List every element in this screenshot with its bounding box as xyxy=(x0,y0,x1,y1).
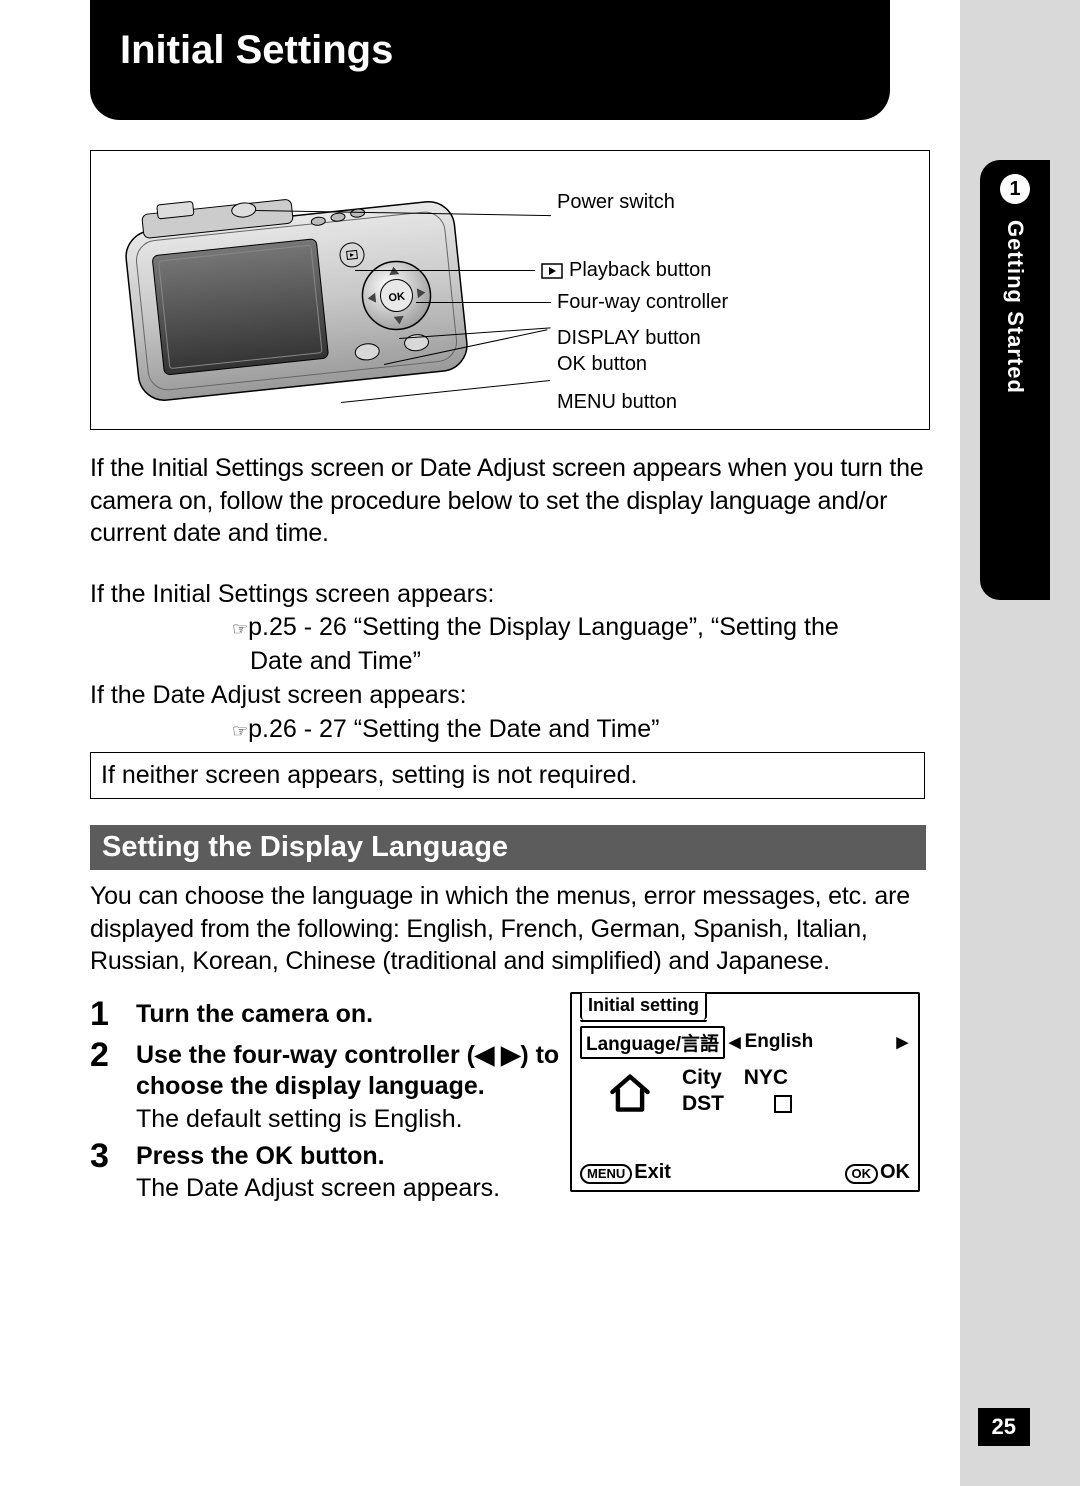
page-content: Initial Settings xyxy=(0,0,960,1486)
ref-block: If the Initial Settings screen appears: … xyxy=(90,578,930,747)
home-icon xyxy=(608,1070,652,1114)
lcd-dst-label: DST xyxy=(682,1092,724,1116)
lcd-city-value: NYC xyxy=(744,1066,788,1090)
lcd-tab: Initial setting xyxy=(580,993,707,1020)
step-number: 1 xyxy=(90,996,136,1033)
ref-text-2: p.26 - 27 “Setting the Date and Time” xyxy=(248,715,659,743)
step-desc: The Date Adjust screen appears. xyxy=(136,1174,560,1203)
lcd-city-label: City xyxy=(682,1066,722,1090)
step-3: 3 Press the OK button. The Date Adjust s… xyxy=(90,1138,560,1203)
step-head: Press the OK button. xyxy=(136,1141,560,1172)
page-number: 25 xyxy=(978,1408,1030,1446)
label-ok: OK button xyxy=(557,353,647,376)
ref-if2: If the Date Adjust screen appears: xyxy=(90,679,930,713)
step-desc: The default setting is English. xyxy=(136,1105,560,1134)
lcd-exit: Exit xyxy=(634,1161,671,1183)
lcd-screen: Initial setting Language/言語 ◀ English ▶ … xyxy=(570,992,920,1192)
playback-icon xyxy=(541,263,563,279)
label-display: DISPLAY button xyxy=(557,327,701,350)
lcd-ok: OK xyxy=(880,1161,910,1183)
ref-if1: If the Initial Settings screen appears: xyxy=(90,578,930,612)
pointer-icon: ☞ xyxy=(232,619,248,639)
label-menu: MENU button xyxy=(557,391,677,414)
step-1: 1 Turn the camera on. xyxy=(90,996,560,1033)
step-number: 3 xyxy=(90,1138,136,1175)
step-2: 2 Use the four-way controller (◀ ▶) to c… xyxy=(90,1037,560,1134)
chapter-label: Getting Started xyxy=(1002,220,1028,394)
steps-area: 1 Turn the camera on. 2 Use the four-way… xyxy=(90,996,930,1203)
svg-text:OK: OK xyxy=(388,291,406,305)
section-intro: You can choose the language in which the… xyxy=(90,880,920,978)
label-playback: Playback button xyxy=(569,259,711,282)
note-box: If neither screen appears, setting is no… xyxy=(90,752,925,799)
chapter-number: 1 xyxy=(1000,174,1030,204)
lcd-language-label: Language/言語 xyxy=(580,1026,725,1059)
chapter-tab: 1 Getting Started xyxy=(980,160,1050,600)
label-power: Power switch xyxy=(557,191,675,214)
lcd-language-value: English xyxy=(745,1031,814,1053)
page-title: Initial Settings xyxy=(90,0,890,120)
label-fourway: Four-way controller xyxy=(557,291,728,314)
step-number: 2 xyxy=(90,1037,136,1074)
intro-text: If the Initial Settings screen or Date A… xyxy=(90,452,930,550)
right-arrow-icon: ▶ xyxy=(896,1033,908,1051)
ok-button-icon: OK xyxy=(845,1164,879,1184)
lcd-dst-checkbox xyxy=(774,1095,792,1113)
section-heading: Setting the Display Language xyxy=(90,825,926,870)
camera-diagram: OK Power switch Playba xyxy=(90,150,930,430)
pointer-icon: ☞ xyxy=(232,721,248,741)
step-head: Use the four-way controller (◀ ▶) to cho… xyxy=(136,1040,560,1103)
step-head: Turn the camera on. xyxy=(136,999,560,1030)
left-arrow-icon: ◀ xyxy=(729,1033,741,1051)
ref-text-1: p.25 - 26 “Setting the Display Language”… xyxy=(248,613,839,675)
menu-button-icon: MENU xyxy=(580,1164,632,1184)
